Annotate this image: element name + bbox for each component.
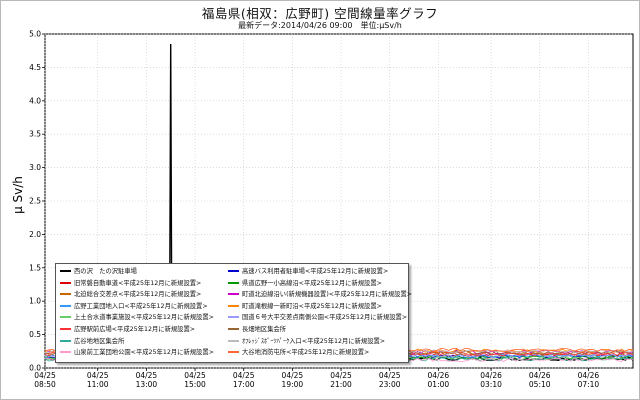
y-tick-label: 4.5 (29, 63, 41, 72)
legend-label: 広野駅前広場<平成25年12月に新規設置> (74, 326, 196, 333)
y-tick-label: 3.5 (29, 130, 41, 139)
legend-item: 大谷地消防屯所<平成25年12月に新規設置> (228, 347, 369, 358)
legend-swatch (228, 281, 239, 284)
x-tick-time: 23:00 (379, 380, 401, 389)
legend-item: 長畑地区集会所 (228, 324, 286, 335)
legend-label: 大谷地消防屯所<平成25年12月に新規設置> (242, 349, 370, 357)
legend-swatch (60, 351, 71, 354)
x-tick-date: 04/26 (428, 371, 450, 380)
legend-label: 広野工業団地入口<平成25年12月に新規設置> (74, 302, 208, 310)
legend: 西の沢 たの沢駐車場 高速バス利用者駐車場<平成25年12月に新規設置> 旧常磐自動… (55, 263, 412, 363)
legend-swatch (228, 304, 239, 307)
y-tick-label: 1.5 (29, 263, 41, 272)
legend-label: 町道滝根線一新町沿<平成25年12月に新規設置> (242, 302, 382, 310)
x-tick-date: 04/25 (87, 371, 109, 380)
x-tick-date: 04/26 (578, 371, 600, 380)
legend-item: 西の沢 たの沢駐車場 (60, 266, 137, 277)
y-tick-label: 2.0 (29, 230, 41, 239)
legend-label: 旧常磐自動車道<平成25年12月に新規設置> (74, 279, 202, 287)
legend-swatch (228, 339, 239, 342)
x-tick-time: 17:00 (233, 380, 255, 389)
legend-swatch (60, 316, 71, 319)
legend-swatch (60, 270, 71, 272)
y-tick-label: 1.0 (29, 297, 41, 306)
legend-swatch (228, 270, 239, 272)
legend-label: 上土合水道事業施設<平成25年12月に新規設置> (74, 314, 214, 322)
legend-label: 北迫総合交差点<平成25年12月に新規設置> (74, 291, 202, 299)
legend-label: 長畑地区集会所 (242, 326, 287, 333)
legend-label: 山泉前工業団地公園<平成25年12月に新規設置> (74, 349, 214, 357)
x-tick-time: 07:10 (578, 380, 600, 389)
x-tick-date: 04/26 (480, 371, 502, 380)
legend-item: 北迫総合交差点<平成25年12月に新規設置> (60, 289, 201, 300)
x-tick-time: 21:00 (330, 380, 352, 389)
legend-swatch (228, 293, 239, 296)
legend-label: 国道６号大平交差点南側公園<平成25年12月に新規設置> (242, 314, 408, 322)
legend-item: 広野駅前広場<平成25年12月に新規設置> (60, 324, 195, 335)
x-tick-time: 11:00 (87, 380, 109, 389)
legend-label: 広谷地地区集会所 (74, 337, 125, 345)
legend-swatch (228, 316, 239, 319)
legend-swatch (60, 339, 71, 342)
x-tick-date: 04/25 (34, 371, 56, 380)
x-tick-date: 04/25 (184, 371, 206, 380)
x-tick-time: 08:50 (34, 380, 56, 389)
legend-item: 広谷地地区集会所 (60, 336, 124, 347)
x-tick-date: 04/25 (282, 371, 304, 380)
legend-item: 上土合水道事業施設<平成25年12月に新規設置> (60, 312, 214, 323)
legend-swatch (60, 328, 71, 330)
legend-label: ｵﾌﾚｯｼﾞｽﾎﾟｰﾂﾊﾟｰｸ入口<平成25年12月に新規設置> (242, 337, 386, 345)
legend-item: 旧常磐自動車道<平成25年12月に新規設置> (60, 278, 201, 289)
y-tick-label: 3.0 (29, 163, 41, 172)
legend-swatch (60, 281, 71, 284)
legend-item: 高速バス利用者駐車場<平成25年12月に新規設置> (228, 266, 388, 277)
legend-swatch (60, 304, 71, 307)
legend-item: ｵﾌﾚｯｼﾞｽﾎﾟｰﾂﾊﾟｰｸ入口<平成25年12月に新規設置> (228, 336, 385, 347)
x-tick-date: 04/26 (529, 371, 551, 380)
x-tick-time: 19:00 (282, 380, 304, 389)
legend-item: 山泉前工業団地公園<平成25年12月に新規設置> (60, 347, 214, 358)
x-tick-time: 13:00 (136, 380, 158, 389)
y-tick-label: 0.5 (29, 330, 41, 339)
x-tick-time: 05:10 (529, 380, 551, 389)
legend-swatch (228, 328, 239, 330)
x-tick-date: 04/25 (330, 371, 352, 380)
legend-item: 国道６号大平交差点南側公園<平成25年12月に新規設置> (228, 312, 407, 323)
legend-item: 県道広野一小高線沿<平成25年12月に新規設置> (228, 278, 382, 289)
legend-label: 西の沢 たの沢駐車場 (74, 268, 137, 275)
legend-label: 町道北迫線沿い(新規機器設置)<平成25年12月に新規設置> (242, 291, 413, 299)
legend-item: 広野工業団地入口<平成25年12月に新規設置> (60, 301, 208, 312)
legend-label: 高速バス利用者駐車場<平成25年12月に新規設置> (242, 268, 389, 275)
x-tick-time: 01:00 (428, 380, 450, 389)
x-tick-date: 04/25 (233, 371, 255, 380)
x-tick-date: 04/25 (136, 371, 158, 380)
y-tick-label: 5.0 (29, 30, 41, 39)
legend-swatch (60, 293, 71, 296)
legend-item: 町道滝根線一新町沿<平成25年12月に新規設置> (228, 301, 382, 312)
x-tick-time: 15:00 (184, 380, 206, 389)
y-tick-label: 2.5 (29, 197, 41, 206)
legend-label: 県道広野一小高線沿<平成25年12月に新規設置> (242, 279, 382, 287)
x-tick-date: 04/25 (379, 371, 401, 380)
y-tick-label: 4.0 (29, 96, 41, 105)
legend-item: 町道北迫線沿い(新規機器設置)<平成25年12月に新規設置> (228, 289, 412, 300)
x-tick-time: 03:10 (480, 380, 502, 389)
legend-swatch (228, 351, 239, 354)
